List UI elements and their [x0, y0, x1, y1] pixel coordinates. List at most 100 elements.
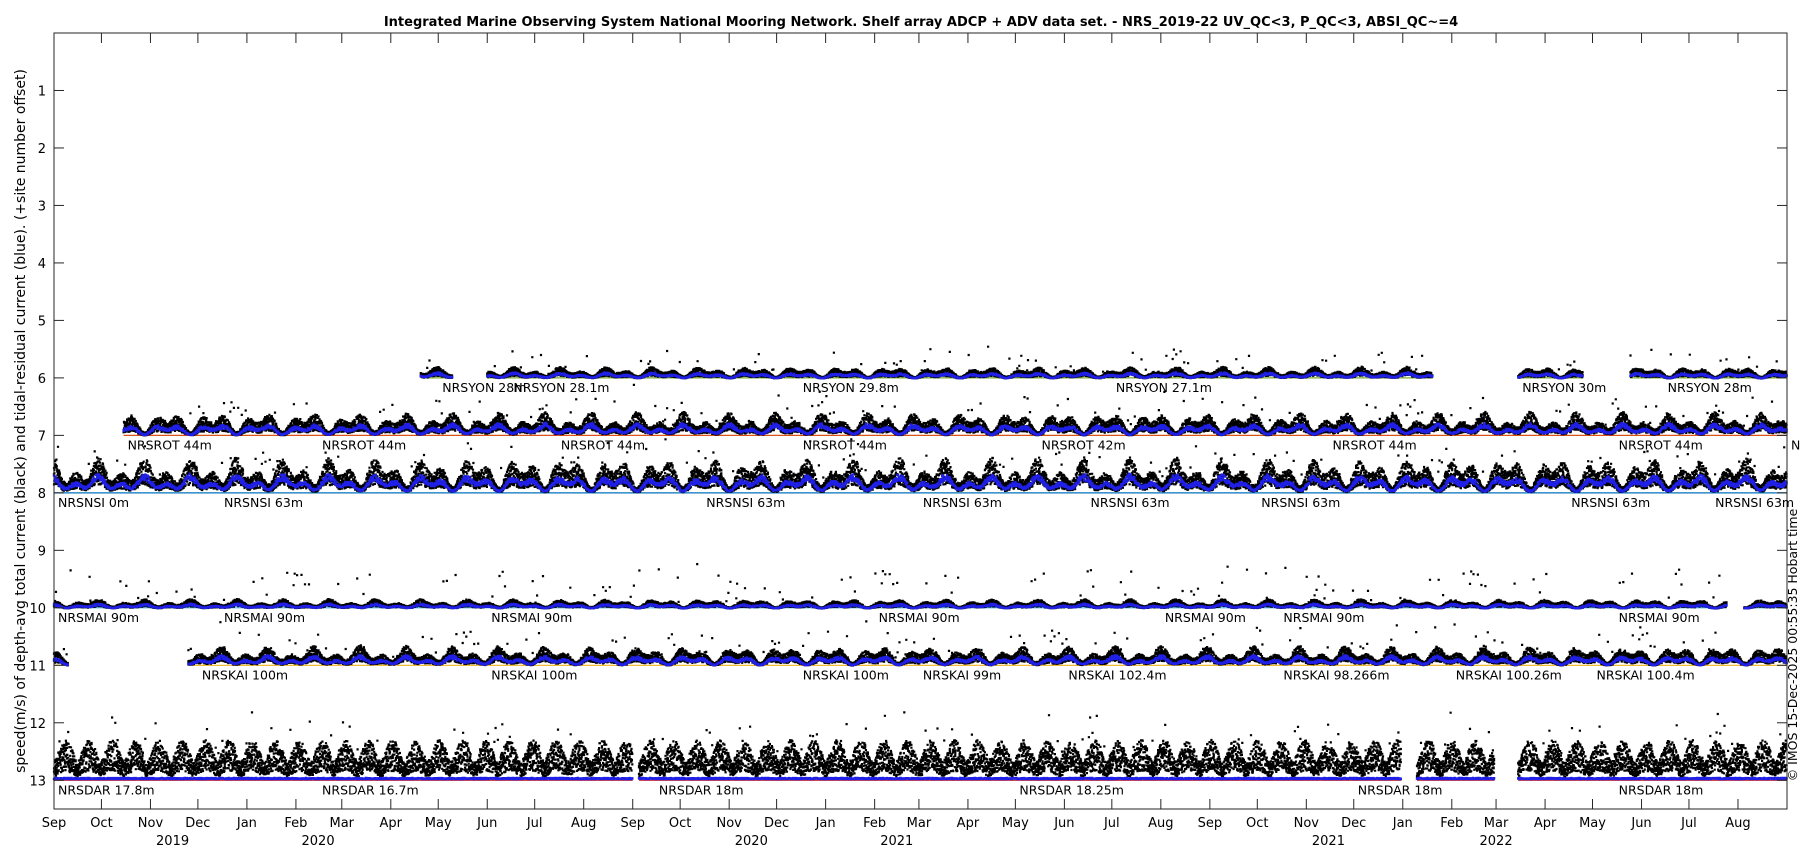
station-label: NRSROT 44m — [322, 437, 406, 452]
x-tick-label: Sep — [620, 816, 645, 831]
y-axis-label: speed(m/s) of depth-avg total current (b… — [13, 69, 29, 773]
station-label: NRSNSI 63m — [1091, 495, 1170, 510]
station-label: NRSNSI 63m — [706, 495, 785, 510]
x-tick-label: Oct — [669, 816, 691, 831]
station-label: NRSKAI 100m — [491, 667, 577, 682]
x-tick-label: Nov — [1294, 816, 1320, 831]
series-NRSMAI — [52, 563, 1788, 610]
y-tick-label: 7 — [38, 429, 46, 444]
x-tick-label: Jun — [1630, 816, 1651, 831]
series-NRSYON — [419, 345, 1788, 380]
station-label: NRSDAR 18m — [659, 782, 744, 797]
station-label: NRSYON 28m — [1668, 380, 1752, 395]
residual-current-points — [1415, 776, 1496, 781]
total-current-points — [1517, 712, 1788, 778]
x-tick-label: Apr — [380, 816, 403, 831]
x-tick-label: Sep — [1198, 816, 1223, 831]
x-tick-label: Mar — [1484, 816, 1509, 831]
y-tick-label: 9 — [38, 544, 46, 559]
station-label: NRSKAI 100.26m — [1456, 667, 1562, 682]
station-label: NRSNSI 63m — [923, 495, 1002, 510]
station-label: NRSROT 44m — [128, 437, 212, 452]
station-label: NRSNSI 63m — [1715, 495, 1794, 510]
y-tick-label: 5 — [38, 314, 46, 329]
x-tick-label: Feb — [1440, 816, 1463, 831]
x-tick-label: Oct — [90, 816, 112, 831]
x-tick-label: Jan — [1392, 816, 1413, 831]
station-label: NRSROT 44m — [803, 437, 887, 452]
residual-current-points — [52, 776, 634, 781]
station-label: NRSNSI 63m — [224, 495, 303, 510]
x-tick-label: Feb — [284, 816, 307, 831]
x-year-label: 2021 — [880, 834, 913, 849]
station-label: NRSNSI 63m — [1571, 495, 1650, 510]
axis-layer: 12345678910111213Sep Oct Nov Dec Jan Feb Mar Ap… — [29, 33, 1787, 849]
y-tick-label: 3 — [38, 199, 46, 214]
x-tick-label: Jul — [1103, 816, 1120, 831]
station-label: NRSDAR 17.8m — [58, 782, 155, 797]
x-tick-label: May — [1579, 816, 1606, 831]
station-label: NRSYON 30m — [1522, 380, 1606, 395]
y-tick-label: 12 — [29, 717, 46, 732]
series-NRSNSI — [52, 438, 1788, 494]
x-tick-label: May — [1002, 816, 1029, 831]
station-label: NRSMAI 90m — [491, 610, 572, 625]
station-label: NRSKAI 98.266m — [1283, 667, 1389, 682]
x-tick-label: Aug — [1148, 816, 1173, 831]
x-tick-label: Nov — [716, 816, 742, 831]
total-current-points — [52, 563, 1728, 610]
x-tick-label: Jan — [815, 816, 836, 831]
station-label: NRSMAI 90m — [879, 610, 960, 625]
total-current-points — [1415, 711, 1496, 778]
x-tick-label: Oct — [1246, 816, 1268, 831]
station-label: NRSNSI 0m — [58, 495, 129, 510]
chart-title: Integrated Marine Observing System Natio… — [384, 15, 1458, 30]
x-year-label: 2022 — [1480, 834, 1513, 849]
x-tick-label: Feb — [863, 816, 886, 831]
y-tick-label: 13 — [29, 774, 46, 789]
x-tick-label: Apr — [1534, 816, 1557, 831]
y-tick-label: 2 — [38, 142, 46, 157]
total-current-points — [637, 711, 1402, 778]
x-tick-label: May — [425, 816, 452, 831]
x-tick-label: Dec — [764, 816, 789, 831]
station-label: NRSMAI 90m — [1283, 610, 1364, 625]
series-NRSDAR — [52, 711, 1788, 781]
station-label: NRSROT 44m — [1332, 437, 1416, 452]
data-layer — [52, 345, 1788, 781]
x-tick-label: Aug — [1725, 816, 1750, 831]
x-tick-label: Jan — [236, 816, 257, 831]
x-year-label: 2019 — [156, 834, 189, 849]
x-tick-label: Jun — [476, 816, 497, 831]
x-tick-label: Jun — [1053, 816, 1074, 831]
station-label: NRSMAI 90m — [58, 610, 139, 625]
station-label: NRSDAR 16.7m — [322, 782, 419, 797]
station-label: NRSKAI 102.4m — [1068, 667, 1166, 682]
x-year-label: 2020 — [302, 834, 335, 849]
station-label: NRSMAI 90m — [1619, 610, 1700, 625]
station-label: NRSKAI 99m — [923, 667, 1001, 682]
x-tick-label: Jul — [1680, 816, 1697, 831]
station-label: NRSYON 29.8m — [803, 380, 899, 395]
x-tick-label: Apr — [957, 816, 980, 831]
series-NRSKAI — [52, 620, 1788, 667]
timestamp-label: © IMOS 15-Dec-2025 00:55:35 Hobart time — [1785, 508, 1800, 781]
station-label: NRSDAR 18m — [1619, 782, 1704, 797]
station-label: NRSROT 44m — [1619, 437, 1703, 452]
station-label: NRSROT 44m — [561, 437, 645, 452]
x-tick-label: Mar — [330, 816, 355, 831]
x-tick-label: Jul — [526, 816, 543, 831]
y-tick-label: 1 — [38, 84, 46, 99]
station-label: NRSYON 27.1m — [1116, 380, 1212, 395]
y-tick-label: 10 — [29, 602, 46, 617]
y-tick-label: 11 — [29, 659, 46, 674]
total-current-points — [52, 711, 634, 778]
x-tick-label: Nov — [138, 816, 164, 831]
y-tick-label: 6 — [38, 372, 46, 387]
y-tick-label: 8 — [38, 487, 46, 502]
x-tick-label: Sep — [42, 816, 67, 831]
station-label: NRSDAR 18m — [1358, 782, 1443, 797]
station-label: NRSMAI 90m — [224, 610, 305, 625]
chart: Integrated Marine Observing System Natio… — [13, 15, 1800, 849]
x-tick-label: Aug — [571, 816, 596, 831]
